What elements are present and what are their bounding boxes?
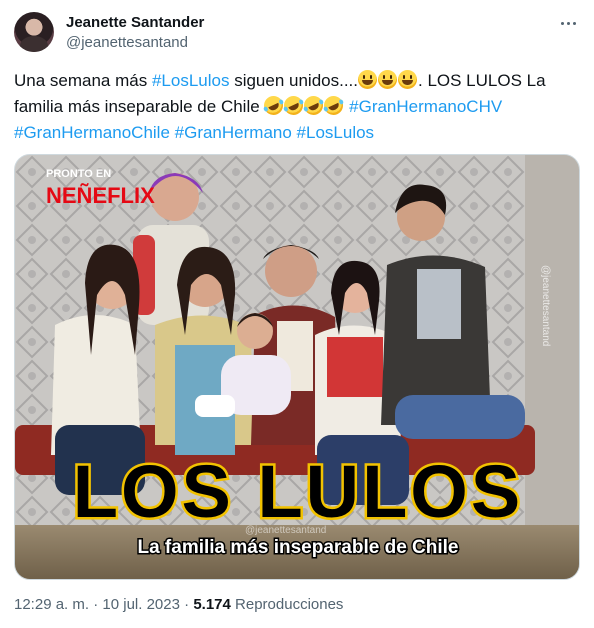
hashtag-link[interactable]: #LosLulos <box>152 71 230 90</box>
tweet-date[interactable]: 10 jul. 2023 <box>102 596 180 613</box>
tweet-meta: 12:29 a. m. · 10 jul. 2023 · 5.174 Repro… <box>14 596 343 613</box>
side-watermark-text: @jeanettesantand <box>540 265 551 346</box>
tweet-text-segment: familia más inseparable de Chile <box>14 97 265 116</box>
more-options-icon[interactable] <box>556 14 580 32</box>
tweet-media-image[interactable]: PRONTO EN NEÑEFLIX @jeanettesantand LOS … <box>14 154 580 580</box>
badge-top-text: PRONTO EN <box>46 168 111 180</box>
views-count: 5.174 <box>193 596 231 613</box>
tweet-header: Jeanette Santander @jeanettesantand <box>14 12 580 54</box>
meta-separator: · <box>179 596 194 613</box>
avatar[interactable] <box>14 12 54 52</box>
watermark-text: @jeanettesantand <box>245 525 326 536</box>
poster-subtitle-text: La familia más inseparable de Chile <box>137 537 458 558</box>
tweet-line-3: #GranHermanoChile #GranHermano #LosLulos <box>14 120 580 146</box>
hashtag-link[interactable]: #GranHermanoCHV <box>349 97 502 116</box>
tweet-text: Una semana más #LosLulos siguen unidos..… <box>14 68 580 146</box>
hashtag-link[interactable]: #LosLulos <box>297 123 375 142</box>
poster-title-text: LOS LULOS <box>73 450 523 533</box>
meta-separator: · <box>89 596 103 613</box>
author-name[interactable]: Jeanette Santander <box>66 14 204 31</box>
rofl-emoji-icon <box>321 92 347 119</box>
grinning-emoji-icon <box>398 70 417 89</box>
grinning-emoji-icon <box>378 70 397 89</box>
badge-brand-text: NEÑEFLIX <box>46 183 155 208</box>
tweet-text-segment: . LOS LULOS La <box>418 71 546 90</box>
tweet-time[interactable]: 12:29 a. m. <box>14 596 89 613</box>
tweet-text-segment: siguen unidos.... <box>229 71 358 90</box>
tweet-line-1: Una semana más #LosLulos siguen unidos..… <box>14 68 580 94</box>
views-label: Reproducciones <box>230 596 344 613</box>
hashtag-link[interactable]: #GranHermano <box>175 123 292 142</box>
hashtag-link[interactable]: #GranHermanoChile <box>14 123 170 142</box>
tweet-text-segment: Una semana más <box>14 71 152 90</box>
author-handle[interactable]: @jeanettesantand <box>66 34 188 51</box>
poster-illustration: PRONTO EN NEÑEFLIX @jeanettesantand LOS … <box>15 155 579 579</box>
tweet-line-2: familia más inseparable de Chile #GranHe… <box>14 92 580 120</box>
grinning-emoji-icon <box>358 70 377 89</box>
door-frame <box>525 155 579 579</box>
